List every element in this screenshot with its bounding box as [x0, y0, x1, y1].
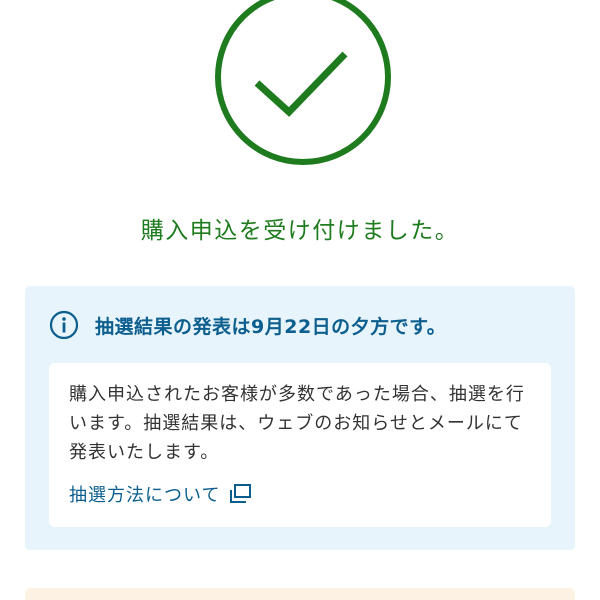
lottery-description: 購入申込されたお客様が多数であった場合、抽選を行います。抽選結果は、ウェブのお知…	[69, 384, 525, 463]
external-window-icon	[228, 483, 252, 505]
check-circle-icon	[214, 0, 392, 166]
next-notice-box	[25, 588, 575, 600]
purchase-complete-page: 購入申込を受け付けました。 抽選結果の発表は9月22日の夕方です。 購入申込され…	[0, 0, 600, 600]
lottery-method-link[interactable]: 抽選方法について	[69, 481, 252, 507]
lottery-info-header: 抽選結果の発表は9月22日の夕方です。	[49, 308, 446, 342]
lottery-info-card: 購入申込されたお客様が多数であった場合、抽選を行います。抽選結果は、ウェブのお知…	[49, 363, 551, 527]
lottery-info-box: 抽選結果の発表は9月22日の夕方です。 購入申込されたお客様が多数であった場合、…	[25, 286, 575, 550]
success-message: 購入申込を受け付けました。	[140, 218, 460, 244]
info-icon	[49, 310, 79, 340]
lottery-method-link-label: 抽選方法について	[69, 485, 221, 506]
lottery-announcement-title: 抽選結果の発表は9月22日の夕方です。	[95, 315, 447, 338]
